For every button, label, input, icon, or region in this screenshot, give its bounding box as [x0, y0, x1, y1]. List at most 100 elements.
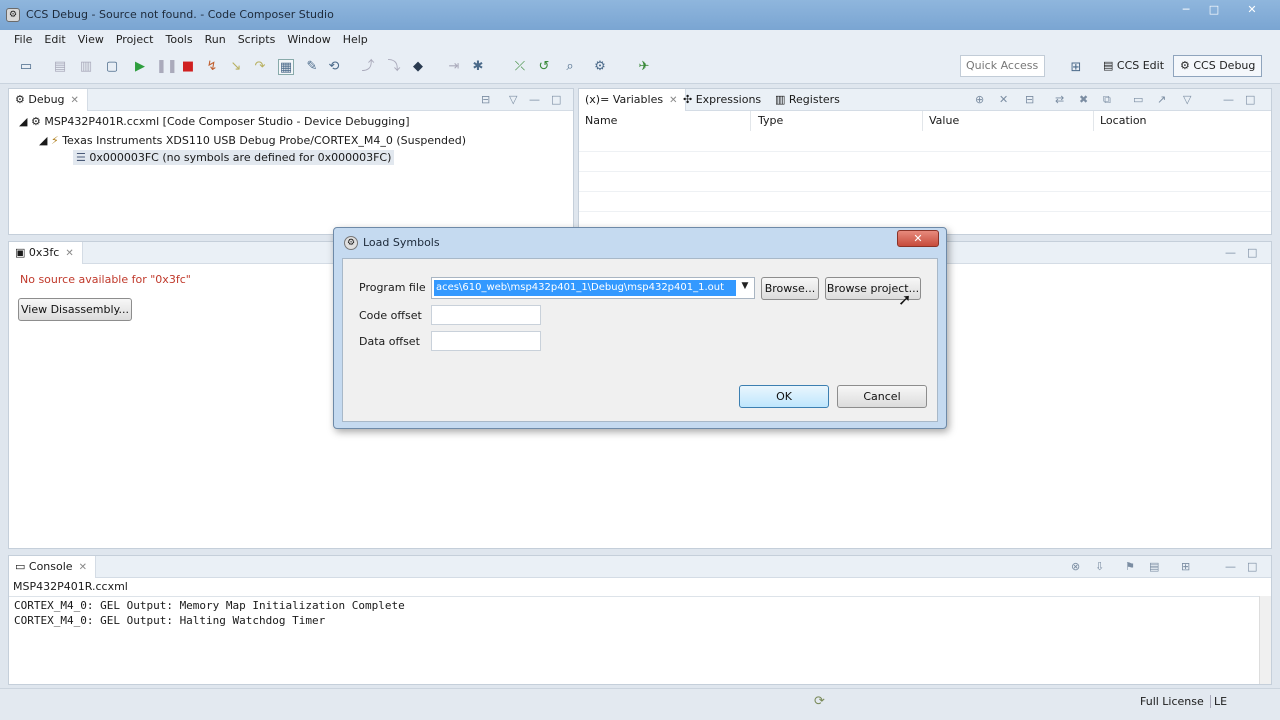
- menu-window[interactable]: Window: [281, 30, 336, 46]
- progress-icon[interactable]: ⟳: [814, 694, 825, 709]
- frame-label: 0x000003FC (no symbols are defined for 0…: [89, 151, 392, 164]
- quick-access-field[interactable]: Quick Access: [960, 55, 1045, 77]
- dialog-icon: ⚙: [344, 236, 358, 250]
- pin-console-icon[interactable]: ⚑: [1125, 560, 1135, 573]
- collapse-icon[interactable]: ⊟: [481, 93, 490, 106]
- tree-row-frame[interactable]: ☰ 0x000003FC (no symbols are defined for…: [73, 150, 395, 165]
- tab-console[interactable]: ▭ Console ✕: [9, 556, 96, 578]
- tab-variables[interactable]: (x)= Variables ✕: [579, 89, 687, 111]
- menu-edit[interactable]: Edit: [38, 30, 71, 46]
- tab-debug[interactable]: ⚙ Debug ✕: [9, 89, 88, 111]
- close-tab-icon[interactable]: ✕: [79, 562, 87, 573]
- mouse-cursor-icon: ➚: [898, 290, 912, 309]
- maximize-view-icon[interactable]: □: [1247, 560, 1257, 573]
- link-icon[interactable]: ⇄: [1055, 93, 1064, 106]
- console-scrollbar[interactable]: [1259, 596, 1271, 684]
- remove-all-icon[interactable]: ✖: [1079, 93, 1088, 106]
- dialog-close-button[interactable]: ✕: [897, 230, 939, 247]
- editor-tab-label: 0x3fc: [28, 246, 60, 259]
- layout-icon[interactable]: ▭: [1133, 93, 1143, 106]
- open-perspective-icon[interactable]: ⊞: [1068, 60, 1084, 76]
- close-window-button[interactable]: ✕: [1232, 2, 1272, 20]
- debug-icon[interactable]: ✱: [470, 59, 486, 75]
- view-menu-icon[interactable]: ▽: [509, 93, 517, 106]
- view-disassembly-button[interactable]: View Disassembly...: [18, 298, 132, 321]
- tab-expressions[interactable]: ✣ Expressions: [677, 89, 769, 111]
- menu-scripts[interactable]: Scripts: [232, 30, 282, 46]
- minimize-view-icon[interactable]: —: [1225, 246, 1236, 259]
- column-name[interactable]: Name: [579, 111, 751, 131]
- refresh-icon[interactable]: ↺: [536, 59, 552, 75]
- menu-file[interactable]: File: [8, 30, 38, 46]
- code-offset-field[interactable]: [431, 305, 541, 325]
- external-tools-icon[interactable]: ✈: [636, 59, 652, 75]
- breakpoint-icon[interactable]: ◆: [410, 59, 426, 75]
- ok-button[interactable]: OK: [739, 385, 829, 408]
- search-icon[interactable]: ⌕: [562, 59, 578, 75]
- save-all-icon[interactable]: ▥: [78, 59, 94, 75]
- export-icon[interactable]: ↗: [1157, 93, 1166, 106]
- browse-button[interactable]: Browse...: [761, 277, 819, 300]
- menu-tools[interactable]: Tools: [159, 30, 198, 46]
- menu-project[interactable]: Project: [110, 30, 160, 46]
- expand-icon[interactable]: ◢: [19, 115, 31, 128]
- column-type[interactable]: Type: [752, 111, 923, 131]
- step-return-icon[interactable]: ⤴: [360, 59, 376, 75]
- suspend-icon[interactable]: ❚❚: [156, 59, 178, 75]
- maximize-view-icon[interactable]: □: [1245, 93, 1255, 106]
- close-tab-icon[interactable]: ✕: [65, 248, 73, 259]
- link-icon[interactable]: ⤫: [512, 59, 528, 75]
- assembly-step-icon[interactable]: ⤵: [386, 59, 402, 75]
- console-output[interactable]: CORTEX_M4_0: GEL Output: Memory Map Init…: [9, 596, 1259, 684]
- view-menu-icon[interactable]: ▽: [1183, 93, 1191, 106]
- minimize-button[interactable]: ─: [1172, 2, 1200, 20]
- clear-console-icon[interactable]: ⊗: [1071, 560, 1080, 573]
- program-file-value[interactable]: aces\610_web\msp432p401_1\Debug\msp432p4…: [434, 280, 736, 296]
- settings-icon[interactable]: ⚙: [592, 59, 608, 75]
- resume-icon[interactable]: ▶: [132, 59, 148, 75]
- restart-icon[interactable]: ⟲: [326, 59, 342, 75]
- step-over-icon[interactable]: ↷: [252, 59, 268, 75]
- load-program-icon[interactable]: ▦: [278, 59, 294, 75]
- run-to-line-icon[interactable]: ⇥: [446, 59, 462, 75]
- menu-help[interactable]: Help: [337, 30, 374, 46]
- maximize-view-icon[interactable]: □: [551, 93, 561, 106]
- perspective-ccs-debug[interactable]: ⚙ CCS Debug: [1173, 55, 1263, 77]
- column-value[interactable]: Value: [923, 111, 1094, 131]
- console-view: ▭ Console ✕ ⊗ ⇩ ⚑ ▤ ⊞ — □ MSP432P401R.ccx…: [8, 555, 1272, 685]
- minimize-view-icon[interactable]: —: [1223, 93, 1234, 106]
- select-all-icon[interactable]: ⧉: [1103, 93, 1111, 107]
- minimize-view-icon[interactable]: —: [1225, 560, 1236, 573]
- terminate-all-icon[interactable]: ▢: [104, 59, 120, 75]
- maximize-view-icon[interactable]: □: [1247, 246, 1257, 259]
- tree-row-session[interactable]: ◢ ⚙ MSP432P401R.ccxml [Code Composer Stu…: [19, 115, 410, 128]
- new-icon[interactable]: ▭: [18, 59, 34, 75]
- minimize-view-icon[interactable]: —: [529, 93, 540, 106]
- close-tab-icon[interactable]: ✕: [71, 95, 79, 106]
- tree-row-target[interactable]: ◢ ⚡ Texas Instruments XDS110 USB Debug P…: [39, 134, 466, 147]
- expand-icon[interactable]: ◢: [39, 134, 51, 147]
- maximize-button[interactable]: □: [1200, 2, 1228, 20]
- perspective-ccs-edit[interactable]: ▤ CCS Edit: [1096, 55, 1171, 77]
- chevron-down-icon[interactable]: ▼: [738, 281, 752, 291]
- cancel-button[interactable]: Cancel: [837, 385, 927, 408]
- scroll-lock-icon[interactable]: ⇩: [1095, 560, 1104, 573]
- menu-run[interactable]: Run: [199, 30, 232, 46]
- collapse-all-icon[interactable]: ⊟: [1025, 93, 1034, 106]
- display-console-icon[interactable]: ▤: [1149, 560, 1159, 573]
- new-expression-icon[interactable]: ⊕: [975, 93, 984, 106]
- menu-view[interactable]: View: [72, 30, 110, 46]
- reset-icon[interactable]: ✎: [304, 59, 320, 75]
- terminate-icon[interactable]: ■: [180, 59, 196, 75]
- tab-0x3fc[interactable]: ▣ 0x3fc ✕: [9, 242, 83, 264]
- save-icon[interactable]: ▤: [52, 59, 68, 75]
- open-console-icon[interactable]: ⊞: [1181, 560, 1190, 573]
- variables-view: (x)= Variables ✕ ✣ Expressions ▥ Register…: [578, 88, 1272, 235]
- data-offset-field[interactable]: [431, 331, 541, 351]
- program-file-combo[interactable]: aces\610_web\msp432p401_1\Debug\msp432p4…: [431, 277, 755, 299]
- disconnect-icon[interactable]: ↯: [204, 59, 220, 75]
- remove-icon[interactable]: ✕: [999, 93, 1008, 106]
- tab-registers[interactable]: ▥ Registers: [769, 89, 848, 111]
- step-into-icon[interactable]: ↘: [228, 59, 244, 75]
- column-location[interactable]: Location: [1094, 111, 1271, 131]
